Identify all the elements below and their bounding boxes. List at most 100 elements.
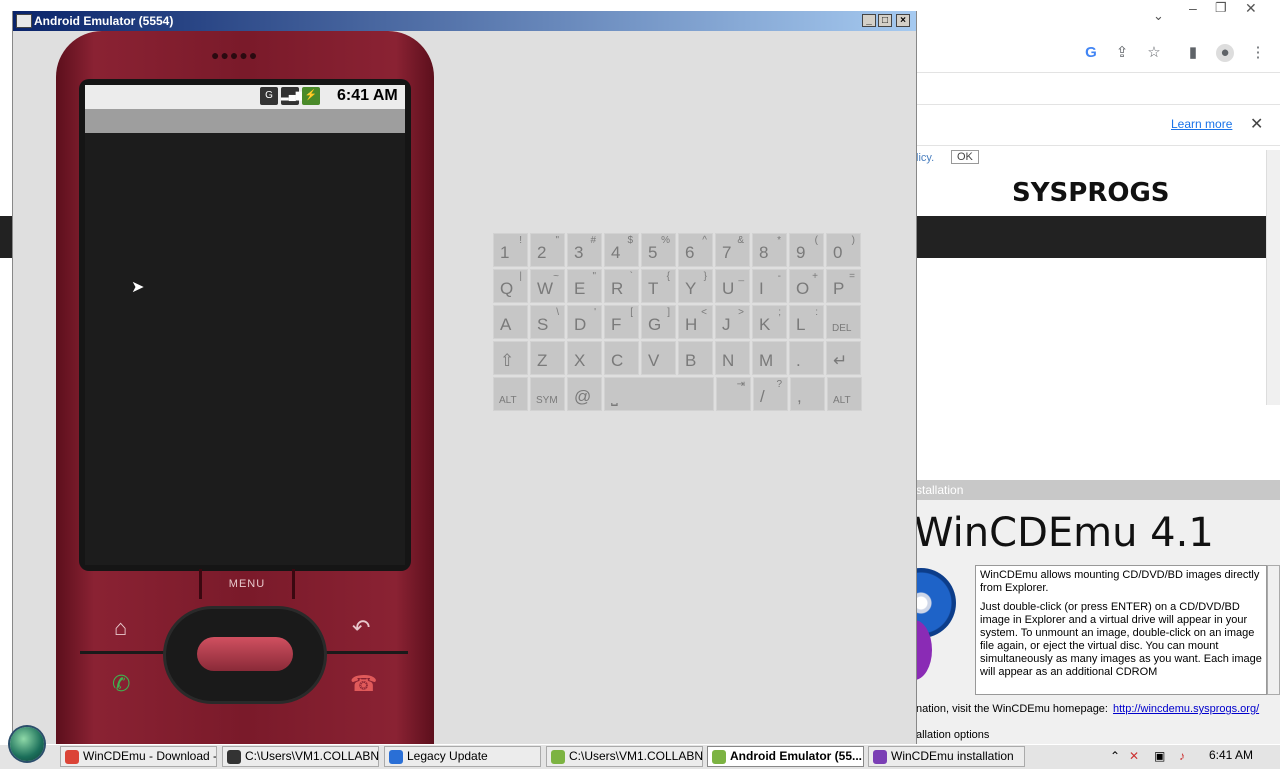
key-5-8[interactable]: ALT xyxy=(827,377,862,411)
menu-button[interactable]: MENU xyxy=(199,569,295,599)
menu-kebab-icon[interactable]: ⋮ xyxy=(1249,44,1267,62)
key-4-8[interactable]: M xyxy=(752,341,787,375)
key-3-6[interactable]: H < xyxy=(678,305,713,339)
status-time: 6:41 AM xyxy=(337,87,398,104)
key-3-10[interactable]: DEL xyxy=(826,305,861,339)
key-5-6[interactable]: /? xyxy=(753,377,788,411)
homepage-link[interactable]: http://wincdemu.sysprogs.org/ xyxy=(1113,703,1259,715)
key-5-5[interactable]: ⇥ xyxy=(716,377,751,411)
key-3-9[interactable]: L: xyxy=(789,305,824,339)
key-1-7[interactable]: 7 & xyxy=(715,233,750,267)
divider xyxy=(324,651,408,654)
close-icon[interactable]: ✕ xyxy=(1250,114,1263,134)
key-shift-label: - xyxy=(777,271,781,282)
key-3-8[interactable]: K; xyxy=(752,305,787,339)
learn-more-link[interactable]: Learn more xyxy=(1171,117,1232,131)
chevron-up-icon[interactable]: ⌃ xyxy=(1110,746,1120,766)
end-call-icon[interactable]: ☎ xyxy=(350,671,377,697)
key-1-1[interactable]: 1! xyxy=(493,233,528,267)
share-icon[interactable]: ⇪ xyxy=(1113,44,1131,62)
trackball-dpad[interactable] xyxy=(166,609,324,701)
mouse-cursor-icon: ➤ xyxy=(131,279,145,296)
key-3-5[interactable]: G] xyxy=(641,305,676,339)
taskbar-item-active[interactable]: Android Emulator (55... xyxy=(707,746,864,767)
key-3-7[interactable]: J > xyxy=(715,305,750,339)
key-4-3[interactable]: X xyxy=(567,341,602,375)
key-2-8[interactable]: I- xyxy=(752,269,787,303)
maximize-button[interactable]: □ xyxy=(878,14,892,27)
key-4-6[interactable]: B xyxy=(678,341,713,375)
key-1-9[interactable]: 9( xyxy=(789,233,824,267)
page-nav-band-left xyxy=(0,216,12,258)
key-shift-label: " xyxy=(592,271,596,282)
key-3-1[interactable]: A xyxy=(493,305,528,339)
key-4-7[interactable]: N xyxy=(715,341,750,375)
profile-icon[interactable]: ● xyxy=(1216,44,1234,62)
key-1-2[interactable]: 2 " xyxy=(530,233,565,267)
key-2-9[interactable]: O + xyxy=(789,269,824,303)
google-icon[interactable]: G xyxy=(1082,44,1100,62)
chevron-down-icon[interactable]: ⌄ xyxy=(1153,8,1164,24)
key-1-4[interactable]: 4 $ xyxy=(604,233,639,267)
key-1-6[interactable]: 6 ^ xyxy=(678,233,713,267)
key-1-3[interactable]: 3 # xyxy=(567,233,602,267)
key-shift-label: ' xyxy=(594,307,596,318)
start-button[interactable] xyxy=(10,727,44,761)
key-5-7[interactable]: , xyxy=(790,377,825,411)
key-3-3[interactable]: D ' xyxy=(567,305,602,339)
key-shift-label: { xyxy=(666,271,670,282)
key-4-4[interactable]: C xyxy=(604,341,639,375)
key-4-2[interactable]: Z xyxy=(530,341,565,375)
key-1-10[interactable]: 0) xyxy=(826,233,861,267)
key-2-7[interactable]: U _ xyxy=(715,269,750,303)
key-3-2[interactable]: S \ xyxy=(530,305,565,339)
key-label: ⇧ xyxy=(500,351,515,370)
key-5-1[interactable]: ALT xyxy=(493,377,528,411)
key-1-5[interactable]: 5% xyxy=(641,233,676,267)
key-2-5[interactable]: T{ xyxy=(641,269,676,303)
key-shift-label: > xyxy=(738,307,744,318)
key-3-4[interactable]: F[ xyxy=(604,305,639,339)
key-4-1[interactable]: ⇧ xyxy=(493,341,528,375)
policy-text: licy. xyxy=(916,152,935,164)
home-icon[interactable]: ⌂ xyxy=(114,615,127,641)
key-2-3[interactable]: E " xyxy=(567,269,602,303)
side-panel-icon[interactable]: ▮ xyxy=(1184,44,1202,62)
key-5-2[interactable]: SYM xyxy=(530,377,565,411)
call-icon[interactable]: ✆ xyxy=(112,671,130,697)
star-icon[interactable]: ☆ xyxy=(1145,44,1163,62)
taskbar-item[interactable]: Legacy Update xyxy=(384,746,541,767)
key-5-4[interactable]: ⎵ xyxy=(604,377,714,411)
close-icon[interactable]: ✕ xyxy=(1245,0,1257,17)
trackball-center[interactable] xyxy=(197,637,293,671)
volume-mute-icon[interactable]: ♪ xyxy=(1179,746,1185,766)
restore-icon[interactable]: ❐ xyxy=(1215,0,1227,16)
key-5-3[interactable]: @ xyxy=(567,377,602,411)
close-button[interactable]: × xyxy=(896,14,910,27)
key-2-1[interactable]: Q | xyxy=(493,269,528,303)
key-1-8[interactable]: 8 * xyxy=(752,233,787,267)
key-4-10[interactable]: ↵ xyxy=(826,341,861,375)
key-4-5[interactable]: V xyxy=(641,341,676,375)
installer-description: WinCDEmu allows mounting CD/DVD/BD image… xyxy=(975,565,1267,695)
key-4-9[interactable]: . xyxy=(789,341,824,375)
taskbar-clock[interactable]: 6:41 AM xyxy=(1209,748,1253,762)
android-screen[interactable]: ➤ xyxy=(85,133,405,565)
page-scrollbar[interactable] xyxy=(1266,150,1280,405)
key-2-2[interactable]: W ~ xyxy=(530,269,565,303)
back-icon[interactable]: ↶ xyxy=(352,615,370,641)
minimize-icon[interactable]: – xyxy=(1189,0,1197,16)
key-2-10[interactable]: P = xyxy=(826,269,861,303)
taskbar-item[interactable]: C:\Users\VM1.COLLABN... xyxy=(546,746,703,767)
key-label: F xyxy=(611,315,622,334)
key-2-4[interactable]: R ` xyxy=(604,269,639,303)
network-error-icon[interactable]: ✕ xyxy=(1129,746,1139,766)
monitor-icon[interactable]: ▣ xyxy=(1154,746,1165,766)
minimize-button[interactable]: _ xyxy=(862,14,876,27)
ok-button[interactable]: OK xyxy=(951,150,979,164)
key-2-6[interactable]: Y} xyxy=(678,269,713,303)
taskbar-item[interactable]: WinCDEmu - Download - ... xyxy=(60,746,217,767)
taskbar-item[interactable]: WinCDEmu installation xyxy=(868,746,1025,767)
description-scrollbar[interactable] xyxy=(1267,565,1280,695)
taskbar-item[interactable]: C:\Users\VM1.COLLABN... xyxy=(222,746,379,767)
